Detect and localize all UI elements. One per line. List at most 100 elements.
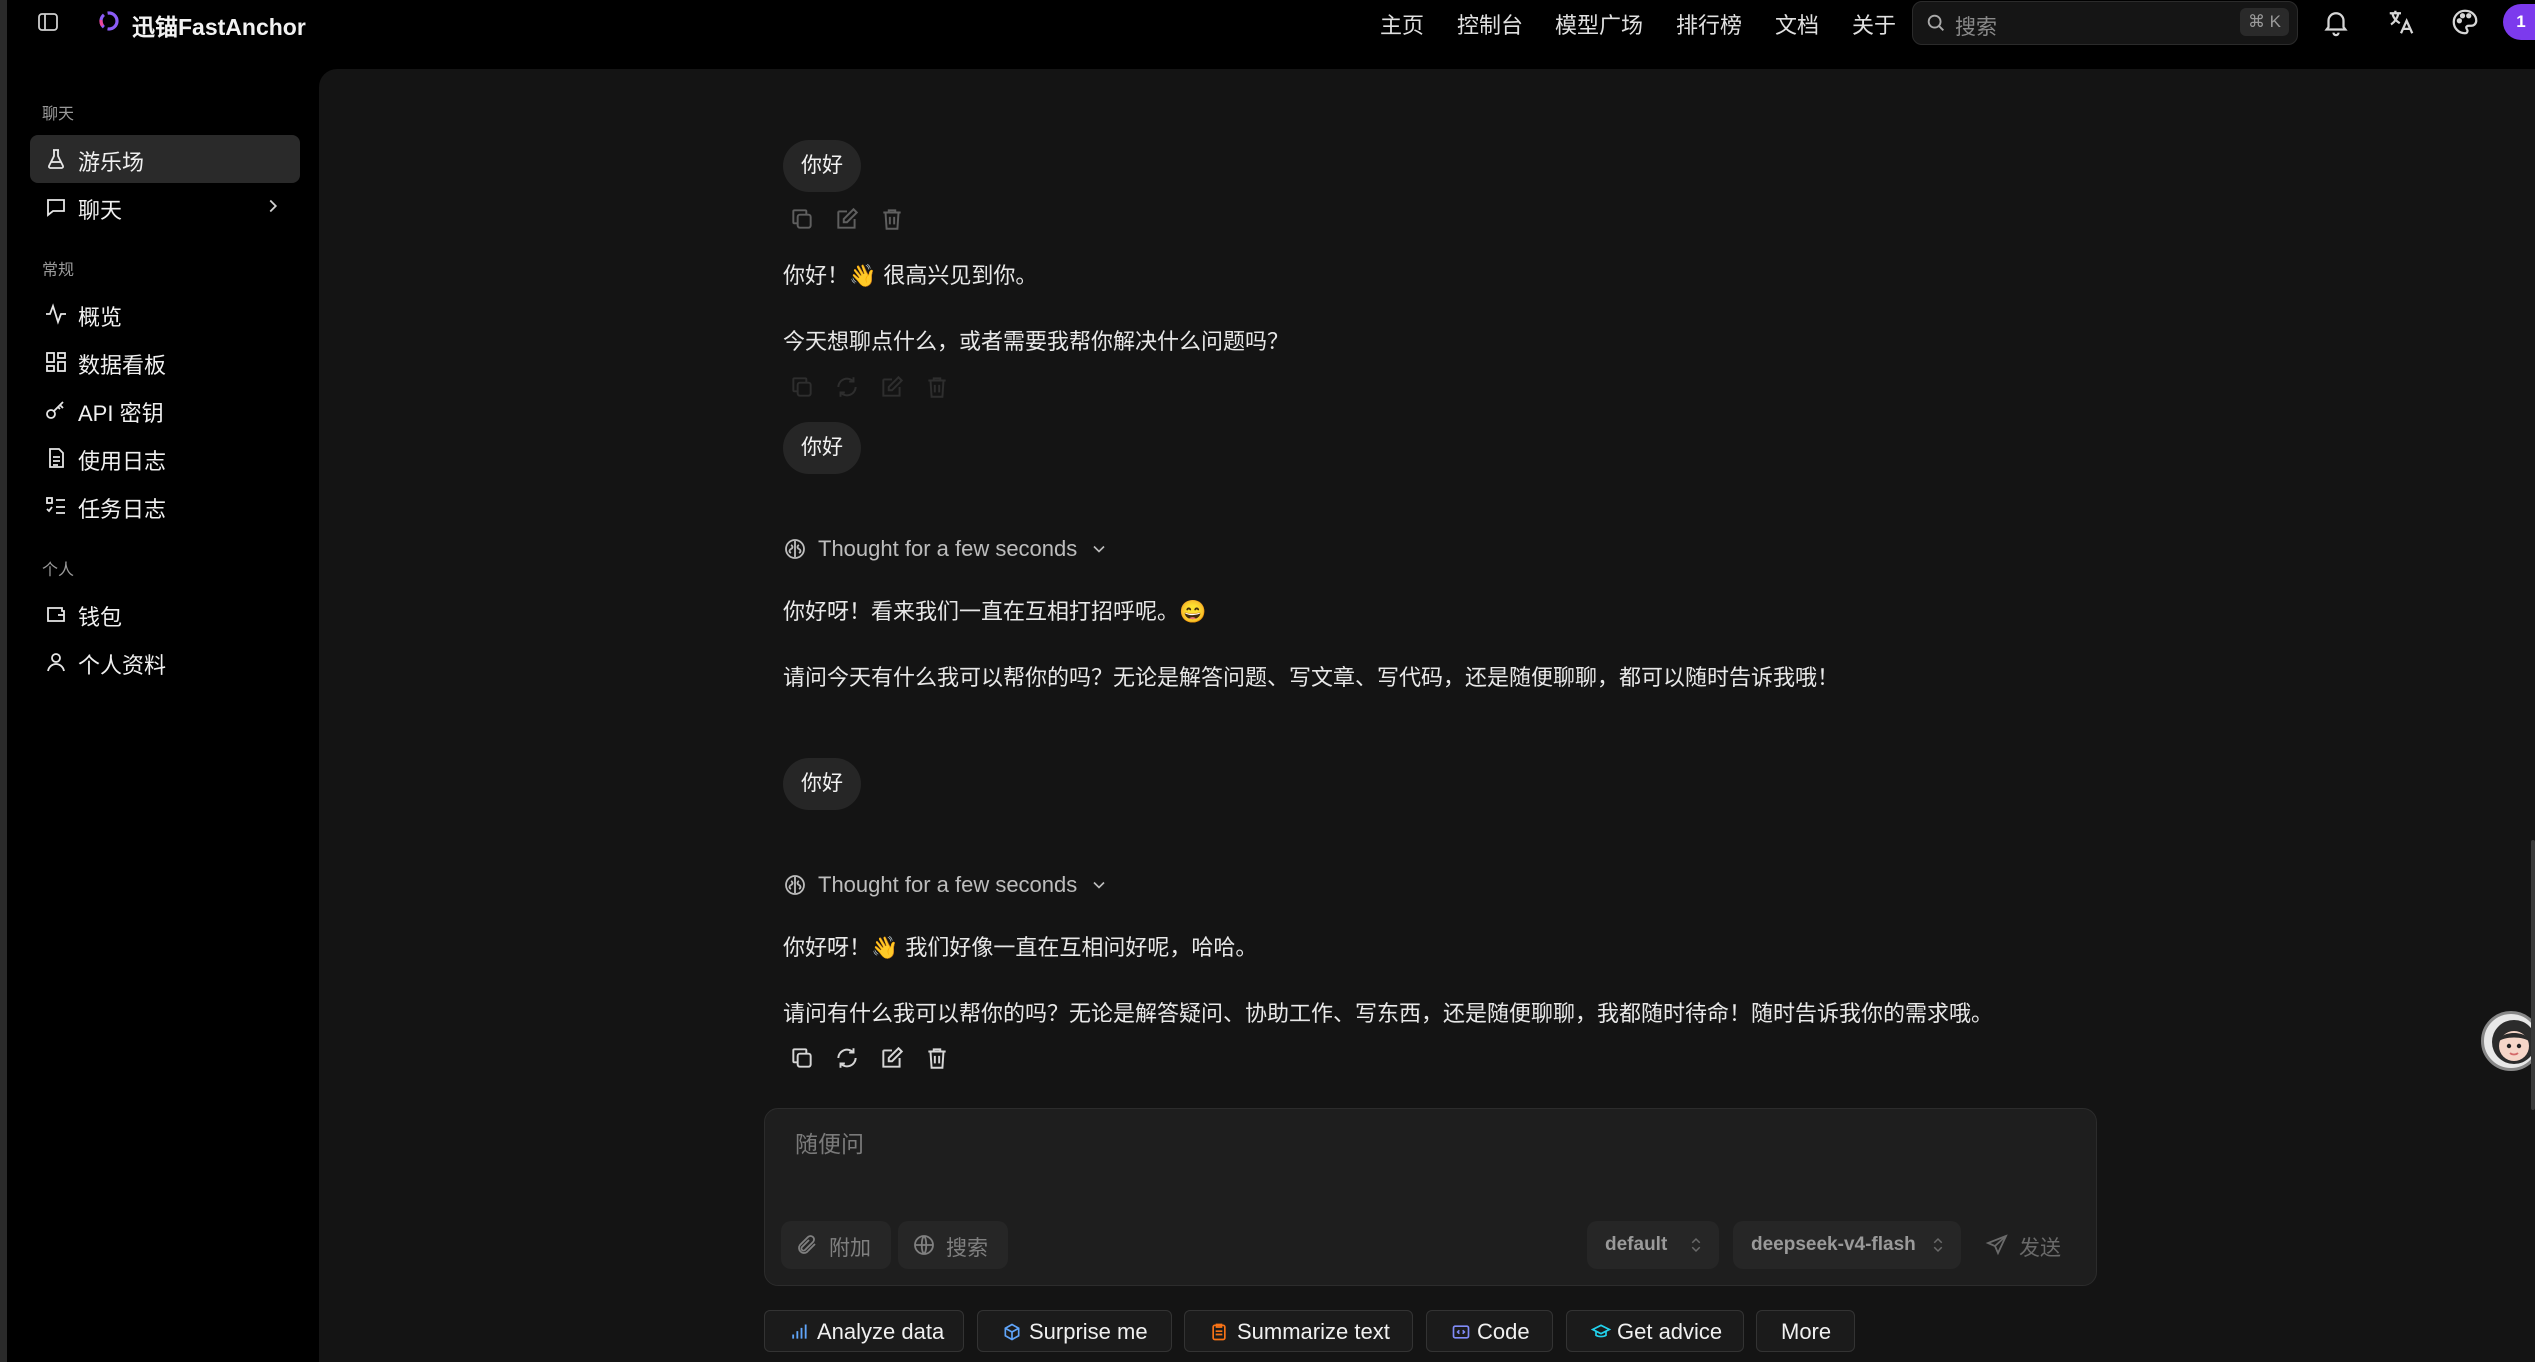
group-select[interactable]: default [1587,1221,1719,1269]
delete-icon[interactable] [924,374,950,400]
edit-icon[interactable] [879,374,905,400]
assistant-message-line: 你好！👋 很高兴见到你。 [783,264,1038,289]
delete-icon[interactable] [924,1045,950,1071]
brain-icon [783,873,807,897]
nav-about[interactable]: 关于 [1852,8,1896,40]
delete-icon[interactable] [879,206,905,232]
send-icon [1985,1233,2009,1257]
sidebar-item-overview[interactable]: 概览 [30,290,300,338]
bar-chart-icon [789,1322,809,1342]
composer-placeholder[interactable]: 随便问 [795,1125,864,1159]
chevron-down-icon [1089,875,1109,895]
suggestion-more[interactable]: More [1756,1310,1855,1352]
assistant-avatar-float[interactable] [2481,1011,2535,1071]
suggestion-get-advice[interactable]: Get advice [1566,1310,1744,1352]
suggestion-label: Code [1477,1319,1530,1344]
chevron-down-icon [1089,539,1109,559]
user-icon [44,650,68,674]
suggestion-label: Surprise me [1029,1319,1148,1344]
sidebar-item-label: API 密钥 [78,401,164,426]
web-search-label: 搜索 [946,1237,988,1260]
sidebar-toggle-icon[interactable] [36,10,60,34]
sidebar: 聊天 游乐场 聊天 常规 概览 数据看板 API 密钥 使用日志 任务日志 个人… [7,44,319,1362]
user-message-bubble: 你好 [783,422,861,474]
nav-docs[interactable]: 文档 [1775,8,1819,40]
regenerate-icon[interactable] [834,374,860,400]
sidebar-item-usage-logs[interactable]: 使用日志 [30,434,300,482]
sidebar-item-profile[interactable]: 个人资料 [30,638,300,686]
chat-icon [44,195,68,219]
sidebar-item-label: 聊天 [78,198,123,223]
bell-icon[interactable] [2321,7,2351,37]
sidebar-item-playground[interactable]: 游乐场 [30,135,300,183]
nav-leaderboard[interactable]: 排行榜 [1676,8,1742,40]
app-root: 迅锚FastAnchor 主页 控制台 模型广场 排行榜 文档 关于 搜索 ⌘ … [0,0,2535,1362]
user-message-bubble: 你好 [783,758,861,810]
copy-icon[interactable] [789,206,815,232]
sidebar-item-label: 个人资料 [78,653,167,678]
sidebar-section-chat: 聊天 [42,106,75,123]
search-shortcut-badge: ⌘ K [2239,8,2289,36]
clipboard-icon [1209,1322,1229,1342]
sidebar-section-personal: 个人 [42,562,75,579]
theme-palette-icon[interactable] [2450,7,2480,37]
file-icon [44,446,68,470]
edit-icon[interactable] [834,206,860,232]
suggestion-code[interactable]: Code [1426,1310,1553,1352]
send-button[interactable]: 发送 [1975,1221,2075,1269]
regenerate-icon[interactable] [834,1045,860,1071]
group-select-value: default [1605,1234,1668,1255]
code-icon [1451,1322,1471,1342]
activity-icon [44,302,68,326]
nav-console[interactable]: 控制台 [1457,8,1523,40]
paperclip-icon [795,1233,819,1257]
edit-icon[interactable] [879,1045,905,1071]
nav-model-square[interactable]: 模型广场 [1555,8,1643,40]
assistant-message-line: 今天想聊点什么，或者需要我帮你解决什么问题吗？ [783,330,1290,355]
attach-label: 附加 [829,1237,871,1260]
assistant-message-line: 你好呀！👋 我们好像一直在互相问好呢，哈哈。 [783,936,1258,961]
wallet-icon [44,602,68,626]
suggestion-summarize-text[interactable]: Summarize text [1184,1310,1413,1352]
cube-icon [1002,1322,1022,1342]
user-avatar[interactable]: 1 [2503,4,2535,40]
sidebar-item-dashboard[interactable]: 数据看板 [30,338,300,386]
copy-icon[interactable] [789,374,815,400]
globe-icon [912,1233,936,1257]
dashboard-icon [44,350,68,374]
suggestion-label: Get advice [1617,1319,1723,1344]
web-search-button[interactable]: 搜索 [898,1221,1008,1269]
translate-icon[interactable] [2386,7,2416,37]
user-message-bubble: 你好 [783,140,861,192]
suggestion-surprise-me[interactable]: Surprise me [977,1310,1172,1352]
sidebar-item-label: 使用日志 [78,449,167,474]
suggestion-label: Analyze data [817,1319,945,1344]
search-icon [1925,12,1947,34]
sidebar-item-chat[interactable]: 聊天 [30,183,300,231]
brand-logo-icon[interactable] [97,9,121,33]
assistant-message-line: 请问有什么我可以帮你的吗？无论是解答疑问、协助工作、写东西，还是随便聊聊，我都随… [783,1002,1994,1027]
suggestion-analyze-data[interactable]: Analyze data [764,1310,964,1352]
nav-home[interactable]: 主页 [1380,8,1424,40]
sidebar-item-label: 游乐场 [78,150,145,175]
sidebar-item-wallet[interactable]: 钱包 [30,590,300,638]
sidebar-item-label: 数据看板 [78,353,167,378]
model-select[interactable]: deepseek-v4-flash [1733,1221,1961,1269]
brand-name[interactable]: 迅锚FastAnchor [132,8,306,42]
assistant-message-line: 请问今天有什么我可以帮你的吗？无论是解答问题、写文章、写代码，还是随便聊聊，都可… [783,666,1840,691]
suggestion-label: More [1781,1319,1832,1344]
assistant-message-line: 你好呀！看来我们一直在互相打招呼呢。😄 [783,600,1207,625]
chevron-right-icon[interactable] [262,195,284,217]
sidebar-item-task-logs[interactable]: 任务日志 [30,482,300,530]
chevrons-up-down-icon [1929,1235,1947,1255]
thought-label: Thought for a few seconds [818,536,1078,561]
message-composer[interactable]: 随便问 附加 搜索 default deepseek-v4-flash 发送 [764,1108,2097,1286]
scrollbar[interactable] [2531,840,2535,1110]
sidebar-item-label: 任务日志 [78,497,167,522]
search-input[interactable]: 搜索 ⌘ K [1912,1,2298,45]
copy-icon[interactable] [789,1045,815,1071]
attach-button[interactable]: 附加 [781,1221,891,1269]
suggestion-label: Summarize text [1237,1319,1390,1344]
brain-icon [783,537,807,561]
sidebar-item-api-keys[interactable]: API 密钥 [30,386,300,434]
